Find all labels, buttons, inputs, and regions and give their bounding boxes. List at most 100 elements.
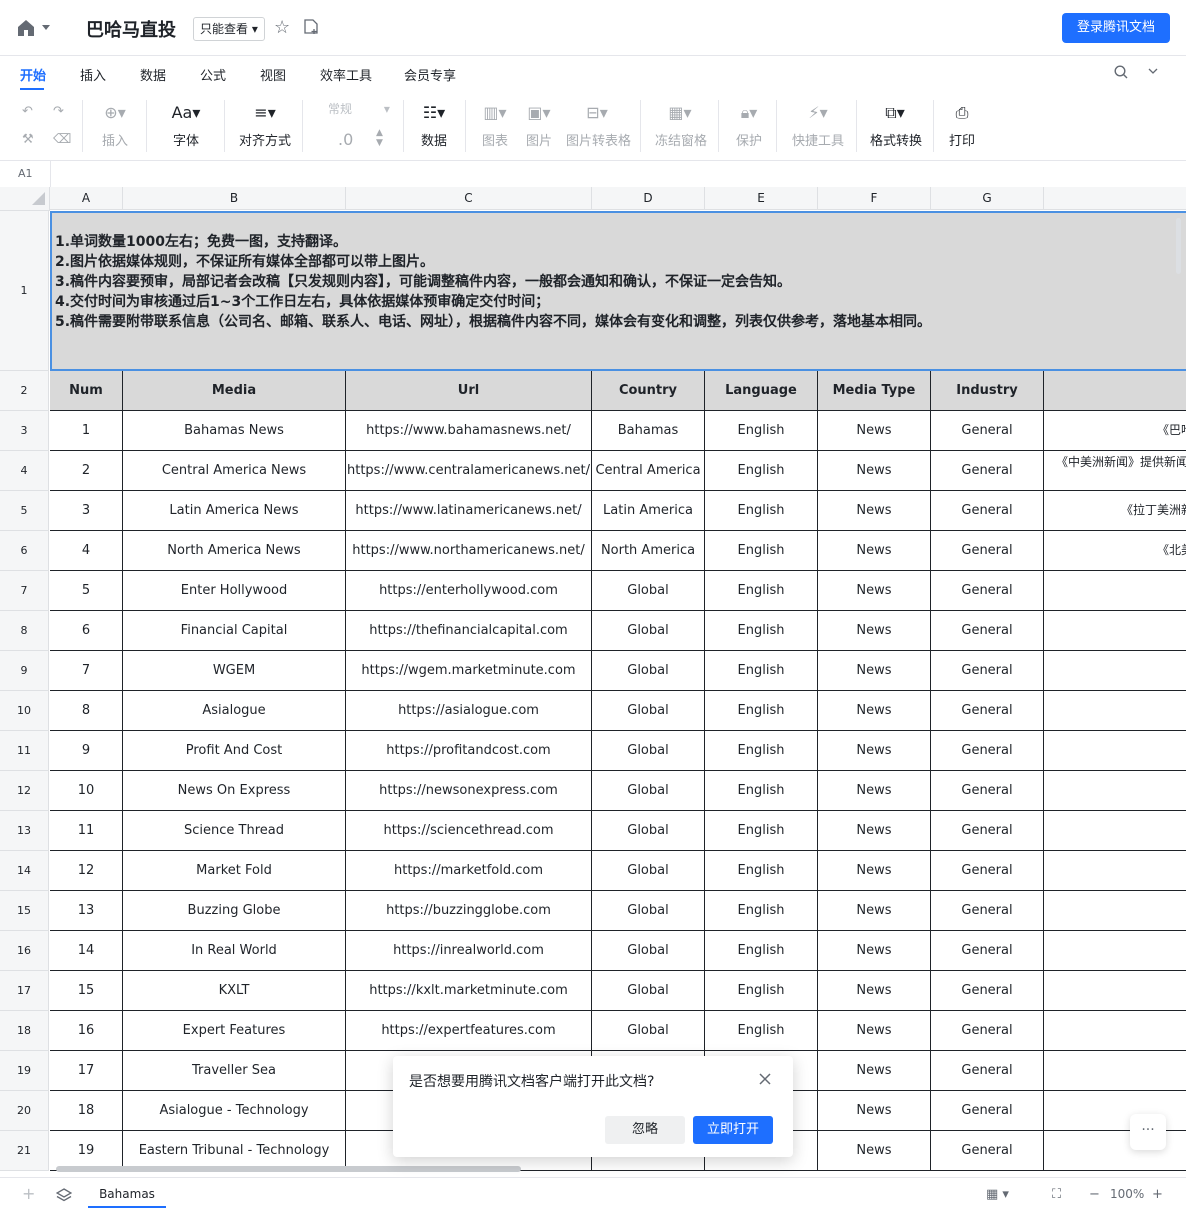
search-icon[interactable] [1114,65,1128,79]
table-cell[interactable]: 5 [50,571,123,611]
header-cell-media-type[interactable]: Media Type [818,371,931,411]
table-cell[interactable]: General [931,1011,1044,1051]
header-cell-industry[interactable]: Industry [931,371,1044,411]
table-cell[interactable]: General [931,771,1044,811]
clear-format-icon[interactable]: ⌫ [53,132,71,147]
table-cell[interactable]: Global [592,571,705,611]
header-cell-country[interactable]: Country [592,371,705,411]
table-cell[interactable]: Asialogue - Technology [123,1091,346,1131]
table-cell[interactable]: https://enterhollywood.com [346,571,592,611]
table-cell[interactable]: General [931,491,1044,531]
column-header-c[interactable]: C [346,187,592,210]
row-header[interactable]: 10 [0,691,49,731]
table-cell[interactable]: General [931,931,1044,971]
tab-insert[interactable]: 插入 [80,65,106,84]
table-cell[interactable]: 8 [50,691,123,731]
tab-member-exclusive[interactable]: 会员专享 [404,65,456,84]
table-cell[interactable]: Market Fold [123,851,346,891]
table-cell[interactable]: News [818,1051,931,1091]
table-cell[interactable]: English [705,971,818,1011]
table-cell[interactable] [1044,611,1186,651]
table-cell[interactable]: News [818,451,931,491]
row-header[interactable]: 12 [0,771,49,811]
table-cell[interactable]: 4 [50,531,123,571]
table-cell[interactable] [1044,571,1186,611]
table-cell[interactable]: 10 [50,771,123,811]
table-cell[interactable]: KXLT [123,971,346,1011]
table-cell[interactable]: Central America [592,451,705,491]
table-cell[interactable]: General [931,651,1044,691]
table-cell[interactable]: Financial Capital [123,611,346,651]
table-cell[interactable]: General [931,851,1044,891]
table-cell[interactable]: English [705,811,818,851]
chart-tool[interactable]: ▥▾ 图表 [480,102,510,149]
view-layout-icon[interactable]: ▦ ▾ [986,1187,1009,1202]
table-cell[interactable]: Global [592,771,705,811]
table-cell[interactable]: https://www.bahamasnews.net/ [346,411,592,451]
table-cell[interactable]: News [818,691,931,731]
table-cell[interactable]: Global [592,651,705,691]
table-cell[interactable]: News [818,571,931,611]
table-cell[interactable]: Global [592,971,705,1011]
format-painter-icon[interactable]: ⚒ [22,132,34,147]
table-cell[interactable]: General [931,1051,1044,1091]
row-header[interactable]: 20 [0,1091,49,1131]
row-header[interactable]: 6 [0,531,49,571]
align-tool[interactable]: ≡▾ 对齐方式 [238,102,292,149]
row-header[interactable]: 21 [0,1131,49,1171]
table-cell[interactable]: Global [592,1011,705,1051]
open-now-button[interactable]: 立即打开 [693,1116,773,1144]
number-format-select[interactable]: 常规 ▾ [328,100,400,120]
table-cell[interactable]: English [705,891,818,931]
table-cell[interactable]: General [931,891,1044,931]
table-cell[interactable]: English [705,531,818,571]
table-cell[interactable]: https://www.centralamericanews.net/ [346,451,592,491]
tab-formula[interactable]: 公式 [200,65,226,84]
table-cell[interactable]: Profit And Cost [123,731,346,771]
table-cell[interactable]: English [705,851,818,891]
table-cell[interactable]: News On Express [123,771,346,811]
column-header-b[interactable]: B [123,187,346,210]
table-cell[interactable]: English [705,571,818,611]
tab-data[interactable]: 数据 [140,65,166,84]
table-cell[interactable] [1044,691,1186,731]
row-header[interactable]: 5 [0,491,49,531]
undo-icon[interactable]: ↶ [22,104,33,119]
table-cell[interactable]: General [931,411,1044,451]
table-cell[interactable]: News [818,811,931,851]
table-cell[interactable]: English [705,771,818,811]
image-tool[interactable]: ▣▾ 图片 [524,102,554,149]
select-all-corner[interactable] [0,187,50,211]
image-to-table-tool[interactable]: ⊟▾ 图片转表格 [566,102,631,149]
table-cell[interactable]: Global [592,851,705,891]
table-cell[interactable]: English [705,931,818,971]
table-cell[interactable] [1044,971,1186,1011]
data-tool[interactable]: ☷▾ 数据 [416,102,452,149]
table-cell[interactable]: Bahamas News [123,411,346,451]
table-cell[interactable]: General [931,691,1044,731]
fullscreen-icon[interactable]: ⛶ [1052,1187,1061,1202]
table-cell[interactable]: 19 [50,1131,123,1171]
cell-reference[interactable]: A1 [18,167,33,180]
row-header[interactable]: 8 [0,611,49,651]
table-cell[interactable]: Global [592,931,705,971]
table-cell[interactable]: News [818,1131,931,1171]
table-cell[interactable]: News [818,931,931,971]
table-cell[interactable]: 11 [50,811,123,851]
table-cell[interactable]: Global [592,611,705,651]
table-cell[interactable]: General [931,451,1044,491]
table-cell[interactable]: General [931,971,1044,1011]
table-cell[interactable]: Global [592,691,705,731]
table-cell[interactable]: News [818,1091,931,1131]
table-cell[interactable]: General [931,611,1044,651]
table-cell[interactable]: 《拉丁美洲新 [1044,491,1186,531]
table-cell[interactable]: General [931,811,1044,851]
table-cell[interactable]: https://profitandcost.com [346,731,592,771]
table-cell[interactable]: 13 [50,891,123,931]
tab-efficiency-tools[interactable]: 效率工具 [320,65,372,84]
header-cell-language[interactable]: Language [705,371,818,411]
more-options-button[interactable]: ··· [1130,1114,1166,1150]
table-cell[interactable]: English [705,651,818,691]
row-header[interactable]: 1 [0,211,49,371]
table-cell[interactable]: English [705,451,818,491]
